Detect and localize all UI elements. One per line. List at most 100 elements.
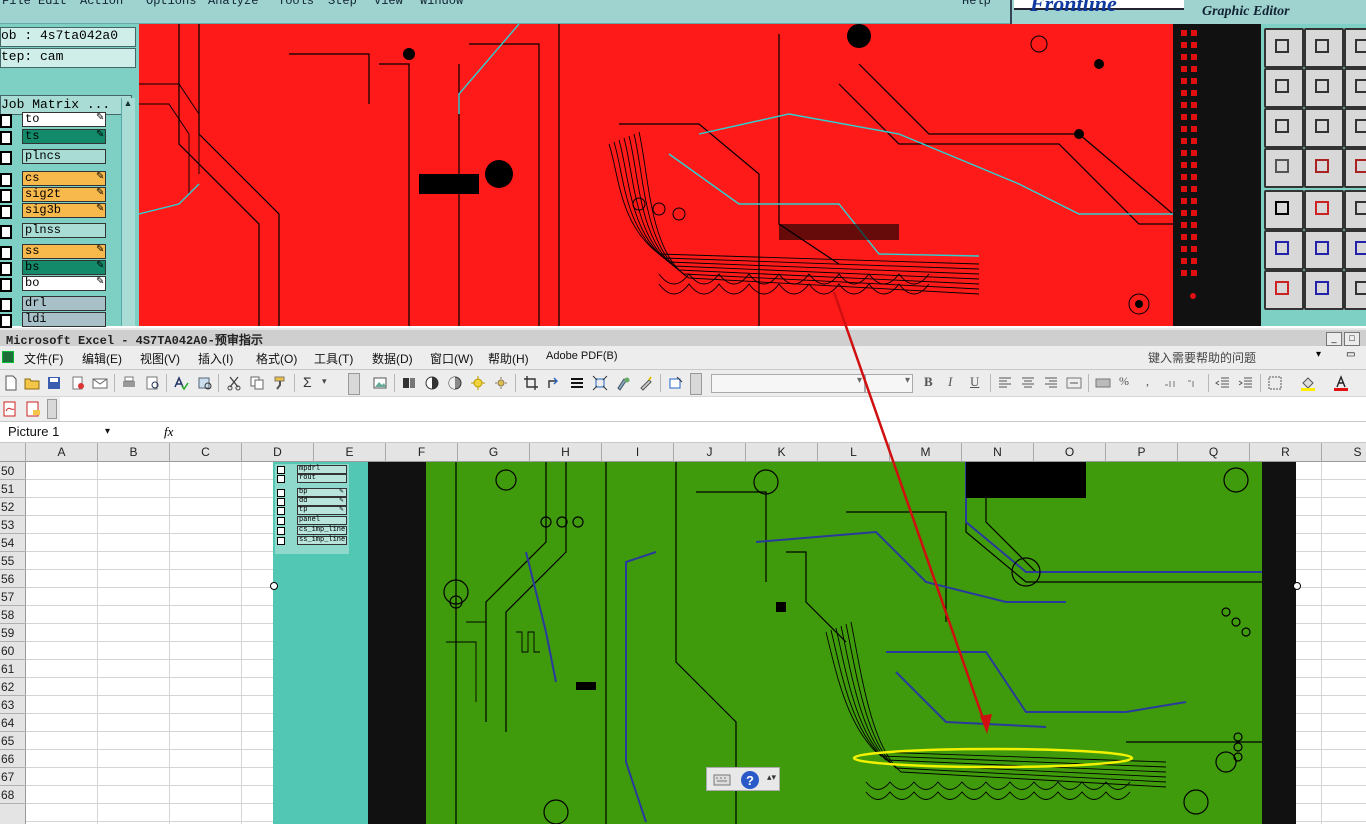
- research-icon[interactable]: [197, 375, 213, 391]
- column-header-Q[interactable]: Q: [1178, 443, 1250, 462]
- excel-doc-icon[interactable]: [2, 351, 14, 363]
- layer-name[interactable]: cs: [22, 171, 106, 186]
- align-right-icon[interactable]: [1043, 375, 1059, 391]
- picture-toolbar-options-icon[interactable]: [690, 373, 702, 395]
- layer-row-plnss[interactable]: plnss: [0, 223, 108, 239]
- brightness-icon[interactable]: [447, 375, 463, 391]
- fill-color-icon[interactable]: [1300, 375, 1316, 391]
- menu-insert[interactable]: 插入(I): [198, 350, 233, 367]
- save-icon[interactable]: [46, 375, 62, 391]
- wrench-icon[interactable]: [1264, 148, 1304, 188]
- pan-left-icon[interactable]: [1264, 68, 1304, 108]
- format-painter-icon[interactable]: [272, 375, 288, 391]
- fl-menu-help[interactable]: Help: [962, 0, 991, 8]
- percent-button[interactable]: %: [1119, 374, 1129, 389]
- set-transparent-color-icon[interactable]: [638, 375, 654, 391]
- scroll-up-arrow-icon[interactable]: ▲: [122, 98, 134, 112]
- fl-menu-analyze[interactable]: Analyze: [208, 0, 258, 8]
- layer-name[interactable]: plncs: [22, 149, 106, 164]
- layer-name[interactable]: drl: [22, 296, 106, 311]
- row-header-50[interactable]: 50: [0, 462, 26, 480]
- reset-picture-icon[interactable]: [668, 375, 684, 391]
- fl-menu-tools[interactable]: Tools: [278, 0, 314, 8]
- copy-layer-icon[interactable]: [1264, 28, 1304, 68]
- fl-menu-action[interactable]: Action: [80, 0, 123, 8]
- layer-name[interactable]: ts: [22, 129, 106, 144]
- column-header-E[interactable]: E: [314, 443, 386, 462]
- column-header-H[interactable]: H: [530, 443, 602, 462]
- fl-menu-step[interactable]: Step: [328, 0, 357, 8]
- help-icon[interactable]: ?: [740, 770, 760, 790]
- increase-indent-icon[interactable]: [1238, 375, 1254, 391]
- row-header-62[interactable]: 62: [0, 678, 26, 696]
- column-header-B[interactable]: B: [98, 443, 170, 462]
- comma-button[interactable]: ,: [1146, 374, 1149, 389]
- row-header-64[interactable]: 64: [0, 714, 26, 732]
- convert-to-pdf-icon[interactable]: [2, 401, 18, 417]
- pdf-email-icon[interactable]: [25, 401, 41, 417]
- layer-row-sig3b[interactable]: sig3b ✎: [0, 203, 108, 219]
- insert-function-icon[interactable]: fx: [164, 424, 173, 440]
- font-size-select[interactable]: [865, 374, 913, 393]
- select-all-corner[interactable]: [0, 443, 26, 462]
- layer-name[interactable]: ldi: [22, 312, 106, 327]
- align-center-icon[interactable]: [1020, 375, 1036, 391]
- layer-checkbox[interactable]: [0, 298, 12, 312]
- home-icon[interactable]: [1344, 28, 1366, 68]
- layer-row-to[interactable]: to ✎: [0, 112, 108, 128]
- zoom-ratio-icon[interactable]: [1344, 108, 1366, 148]
- layer-checkbox[interactable]: [0, 205, 12, 219]
- fl-menu-options[interactable]: Options: [146, 0, 196, 8]
- pcb-view-top[interactable]: [139, 24, 1173, 326]
- column-header-K[interactable]: K: [746, 443, 818, 462]
- spelling-icon[interactable]: [173, 375, 189, 391]
- layer-list-scrollbar[interactable]: [121, 98, 135, 326]
- rotate-icon[interactable]: [546, 375, 562, 391]
- pdf-toolbar-options-icon[interactable]: [47, 399, 57, 419]
- toolbar-options-icon[interactable]: [348, 373, 360, 395]
- cut-icon[interactable]: [226, 375, 242, 391]
- row-header-53[interactable]: 53: [0, 516, 26, 534]
- layer-checkbox[interactable]: [0, 173, 12, 187]
- row-header-54[interactable]: 54: [0, 534, 26, 552]
- column-header-D[interactable]: D: [242, 443, 314, 462]
- line-style-icon[interactable]: [569, 375, 585, 391]
- column-header-N[interactable]: N: [962, 443, 1034, 462]
- cross-icon[interactable]: [1304, 230, 1344, 270]
- menu-help[interactable]: 帮助(H): [488, 350, 529, 367]
- row-header-56[interactable]: 56: [0, 570, 26, 588]
- zoom-fit-icon[interactable]: [1264, 108, 1304, 148]
- layer-checkbox[interactable]: [0, 278, 12, 292]
- layer-name[interactable]: ss: [22, 244, 106, 259]
- name-box[interactable]: Picture 1: [2, 424, 114, 441]
- line-icon[interactable]: [1304, 270, 1344, 310]
- crop-icon[interactable]: [523, 375, 539, 391]
- help-question-input[interactable]: 键入需要帮助的问题: [1148, 349, 1328, 366]
- curve-icon[interactable]: [1344, 230, 1366, 270]
- layer-row-ldi[interactable]: ldi: [0, 312, 108, 328]
- column-header-R[interactable]: R: [1250, 443, 1322, 462]
- menu-edit[interactable]: 编辑(E): [82, 350, 122, 367]
- menu-adobe-pdf[interactable]: Adobe PDF(B): [546, 350, 618, 362]
- copy-icon[interactable]: [249, 375, 265, 391]
- row-header-66[interactable]: 66: [0, 750, 26, 768]
- layer-row-sig2t[interactable]: sig2t ✎: [0, 187, 108, 203]
- resize-handle-left[interactable]: [270, 582, 278, 590]
- column-header-I[interactable]: I: [602, 443, 674, 462]
- pan-right-icon[interactable]: [1304, 68, 1344, 108]
- embedded-pcb-picture[interactable]: [426, 462, 1262, 824]
- layer-name[interactable]: to: [22, 112, 106, 127]
- layer-row-plncs[interactable]: plncs: [0, 149, 108, 165]
- brightness-down-icon[interactable]: [493, 375, 509, 391]
- net-icon[interactable]: [1344, 148, 1366, 188]
- column-header-L[interactable]: L: [818, 443, 890, 462]
- brightness-up-icon[interactable]: [470, 375, 486, 391]
- fl-menu-file[interactable]: File: [2, 0, 31, 8]
- layer-icon[interactable]: [401, 375, 417, 391]
- select-icon[interactable]: [1264, 190, 1304, 230]
- maximize-icon[interactable]: □: [1344, 332, 1360, 346]
- layer-checkbox[interactable]: [0, 246, 12, 260]
- arc-icon[interactable]: [1344, 270, 1366, 310]
- row-header-52[interactable]: 52: [0, 498, 26, 516]
- layer-row-ts[interactable]: ts ✎: [0, 129, 108, 145]
